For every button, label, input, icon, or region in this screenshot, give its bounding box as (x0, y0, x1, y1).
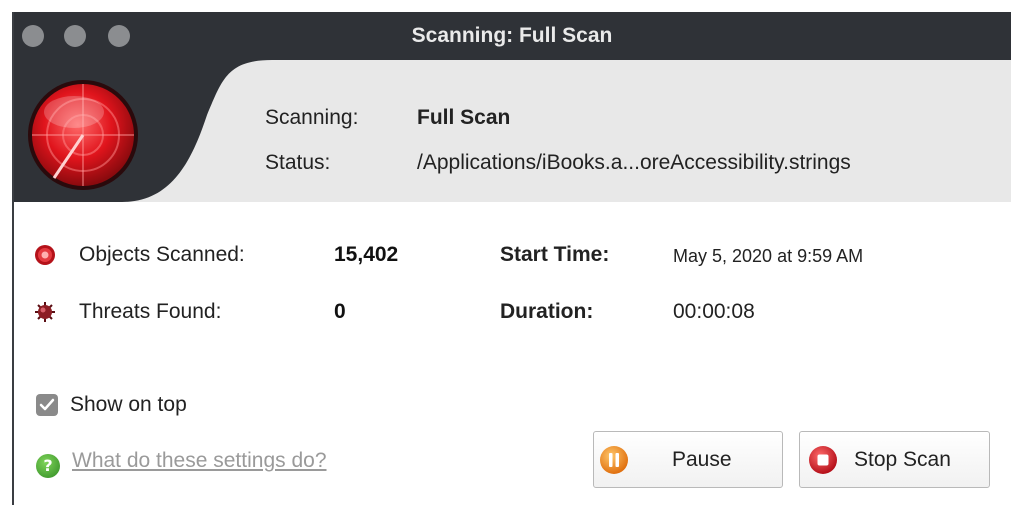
pause-icon (600, 446, 628, 474)
stop-scan-button[interactable]: Stop Scan (799, 431, 990, 488)
window-left-border (12, 12, 14, 505)
duration-value: 00:00:08 (673, 300, 755, 323)
scanning-value: Full Scan (417, 106, 511, 129)
show-on-top-checkbox[interactable] (36, 394, 58, 416)
objects-scanned-value: 15,402 (334, 243, 399, 266)
objects-scanned-label: Objects Scanned: (79, 243, 245, 266)
show-on-top-label[interactable]: Show on top (70, 393, 187, 417)
start-time-value: May 5, 2020 at 9:59 AM (673, 246, 864, 266)
help-link[interactable]: What do these settings do? (72, 449, 327, 473)
radar-icon (28, 80, 138, 190)
help-icon[interactable]: ? (36, 454, 60, 478)
virus-icon (35, 302, 55, 322)
duration-label: Duration: (500, 300, 594, 323)
title-bar: Scanning: Full Scan (12, 12, 1011, 60)
scan-window: Scanning: Full Scan Scanning: Full Scan … (12, 12, 1011, 505)
stop-scan-button-label: Stop Scan (854, 448, 951, 471)
threats-found-value: 0 (334, 300, 346, 323)
checkmark-icon (39, 398, 55, 411)
window-title: Scanning: Full Scan (411, 24, 613, 47)
header-background (12, 60, 1011, 202)
start-time-label: Start Time: (500, 243, 610, 266)
status-value: /Applications/iBooks.a...oreAccessibilit… (417, 151, 851, 174)
scan-header: Scanning: Full Scan Status: /Application… (12, 60, 1011, 202)
scan-objects-icon (35, 245, 55, 265)
threats-found-label: Threats Found: (79, 300, 222, 323)
pause-button[interactable]: Pause (593, 431, 783, 488)
scanning-label: Scanning: (265, 106, 359, 129)
pause-button-label: Pause (672, 448, 732, 471)
stop-icon (809, 446, 837, 474)
status-label: Status: (265, 151, 331, 174)
